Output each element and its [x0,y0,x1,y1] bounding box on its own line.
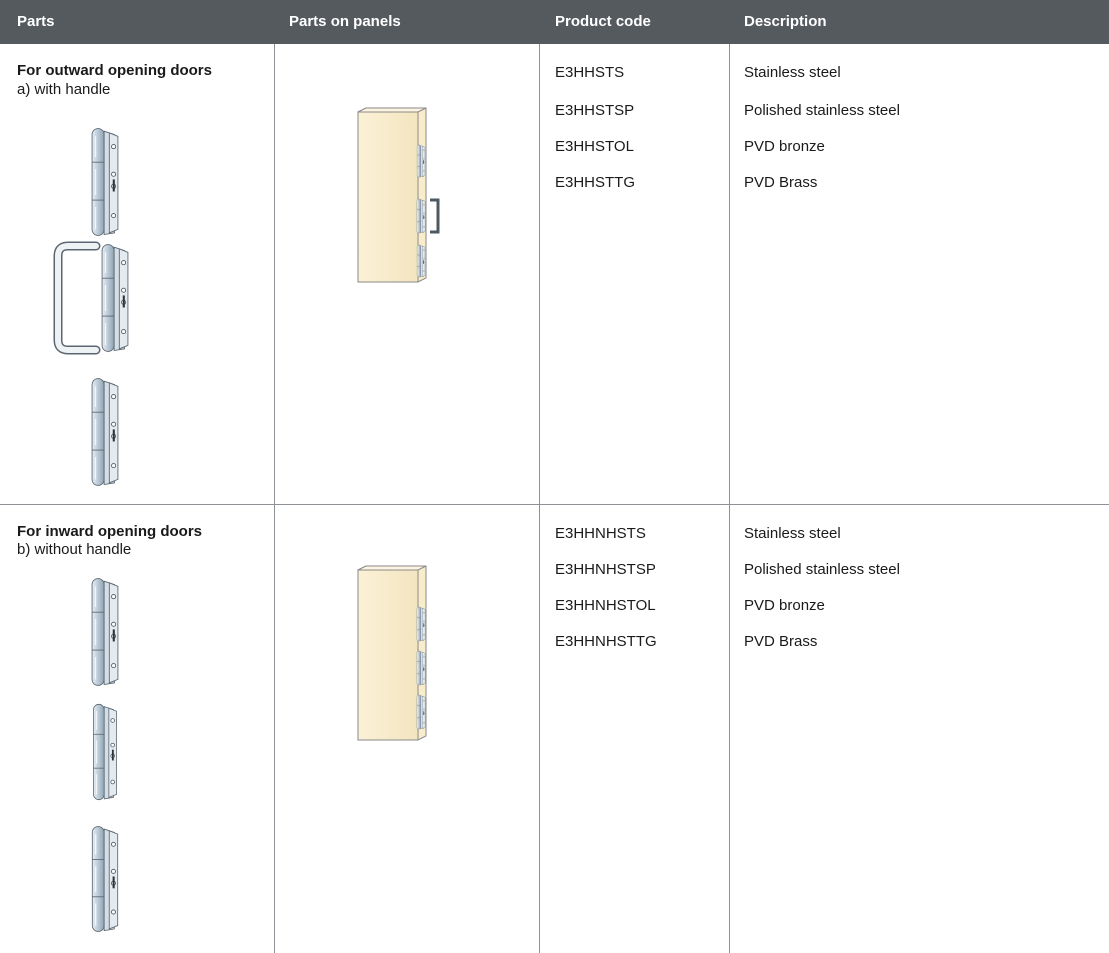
product-description: Polished stainless steel [744,561,900,578]
product-description: Stainless steel [744,64,841,81]
product-code: E3HHSTS [555,64,625,81]
section-subtitle: b) without handle [17,541,132,558]
column-divider [539,44,540,953]
product-code: E3HHSTTG [555,174,636,191]
product-code: E3HHNHSTOL [555,597,656,614]
product-description: Polished stainless steel [744,102,900,119]
product-description: PVD bronze [744,138,825,155]
table-header: Parts Parts on panels Product code Descr… [0,0,1109,44]
section-subtitle: a) with handle [17,81,111,98]
hinge-icon [91,825,119,933]
panel-with-hinges-icon [357,565,427,741]
product-code: E3HHSTOL [555,138,634,155]
product-code: E3HHNHSTSP [555,561,656,578]
header-product-code: Product code [555,13,651,30]
column-divider [274,44,275,953]
product-code: E3HHSTSP [555,102,635,119]
product-description: PVD bronze [744,597,825,614]
column-divider [729,44,730,953]
header-parts-on-panels: Parts on panels [289,13,401,30]
product-description: PVD Brass [744,174,818,191]
section-title: For inward opening doors [17,523,202,540]
hinge-icon [91,577,119,687]
section-title: For outward opening doors [17,62,212,79]
panel-with-handle-hinges-icon [357,107,440,283]
product-description: Stainless steel [744,525,841,542]
header-parts: Parts [17,13,55,30]
hinge-icon [91,377,119,487]
hinge-with-handle-icon [53,241,129,355]
header-description: Description [744,13,827,30]
hinge-icon [91,127,119,237]
product-code: E3HHNHSTS [555,525,646,542]
product-code: E3HHNHSTTG [555,633,657,650]
row-divider [0,504,1109,505]
hinge-icon [92,703,118,801]
product-description: PVD Brass [744,633,818,650]
